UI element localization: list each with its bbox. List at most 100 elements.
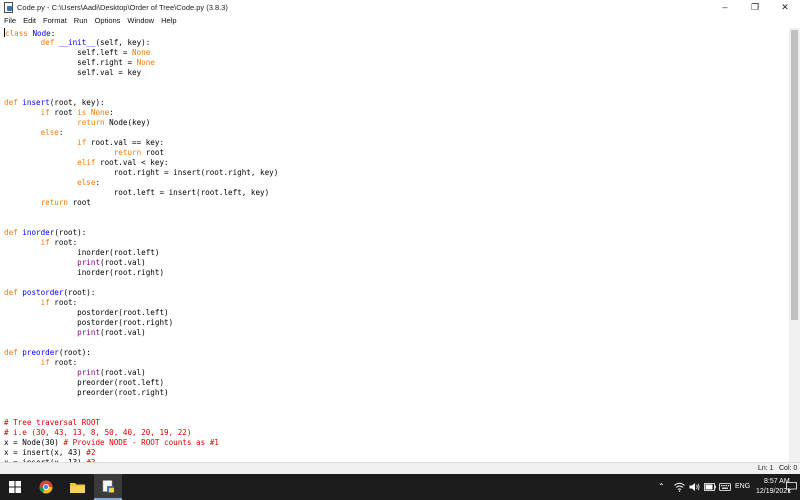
code-token: preorder(root.left) — [4, 378, 165, 387]
code-line[interactable]: x = insert(x, 43) #2 — [4, 448, 789, 458]
taskbar-idle-python[interactable] — [94, 474, 122, 500]
code-line[interactable]: def preorder(root): — [4, 348, 789, 358]
code-line[interactable] — [4, 208, 789, 218]
code-line[interactable]: elif root.val < key: — [4, 158, 789, 168]
code-line[interactable]: postorder(root.left) — [4, 308, 789, 318]
minimize-button[interactable]: – — [710, 0, 740, 14]
code-line[interactable]: else: — [4, 128, 789, 138]
wifi-icon[interactable] — [674, 482, 685, 492]
code-line[interactable]: print(root.val) — [4, 258, 789, 268]
code-line[interactable]: x = Node(30) # Provide NODE - ROOT count… — [4, 438, 789, 448]
code-token: insert — [22, 98, 50, 107]
code-token: __init__ — [58, 38, 96, 47]
notification-icon[interactable] — [786, 482, 797, 492]
code-token: root.right = insert(root.right, key) — [4, 168, 279, 177]
code-line[interactable]: # i.e (30, 43, 13, 8, 50, 40, 20, 19, 22… — [4, 428, 789, 438]
python-idle-icon — [102, 479, 114, 492]
menu-run[interactable]: Run — [74, 16, 88, 25]
code-line[interactable]: root.right = insert(root.right, key) — [4, 168, 789, 178]
code-token: None — [132, 48, 151, 57]
code-line[interactable]: self.val = key — [4, 68, 789, 78]
code-line[interactable]: print(root.val) — [4, 368, 789, 378]
code-line[interactable]: self.right = None — [4, 58, 789, 68]
taskbar-chrome[interactable] — [31, 474, 61, 500]
code-token: root: — [54, 298, 78, 307]
language-indicator[interactable]: ENG — [735, 483, 750, 490]
code-line[interactable]: else: — [4, 178, 789, 188]
code-token: #2 — [86, 448, 96, 457]
menu-file[interactable]: File — [4, 16, 16, 25]
code-line[interactable]: inorder(root.right) — [4, 268, 789, 278]
code-line[interactable]: if root: — [4, 298, 789, 308]
code-token: else — [40, 128, 59, 137]
chrome-icon — [39, 480, 53, 494]
code-token: # i.e (30, 43, 13, 8, 50, 40, 20, 19, 22… — [4, 428, 192, 437]
code-line[interactable]: if root: — [4, 358, 789, 368]
code-line[interactable] — [4, 218, 789, 228]
code-token: postorder — [22, 288, 64, 297]
code-line[interactable]: postorder(root.right) — [4, 318, 789, 328]
code-token: self.right = — [4, 58, 137, 67]
code-line[interactable]: def inorder(root): — [4, 228, 789, 238]
code-line[interactable]: preorder(root.left) — [4, 378, 789, 388]
code-token: x = insert(x, 43) — [4, 448, 87, 457]
code-line[interactable]: def __init__(self, key): — [4, 38, 789, 48]
menu-help[interactable]: Help — [161, 16, 176, 25]
code-line[interactable]: return root — [4, 198, 789, 208]
taskbar-file-explorer[interactable] — [62, 474, 92, 500]
code-line[interactable] — [4, 78, 789, 88]
code-line[interactable]: return root — [4, 148, 789, 158]
code-token: if — [77, 138, 91, 147]
code-token: elif — [77, 158, 101, 167]
show-hidden-icons-icon[interactable]: ⌃ — [658, 482, 665, 491]
code-token: root — [54, 108, 78, 117]
code-token: print — [77, 368, 101, 377]
volume-icon[interactable] — [689, 482, 700, 492]
code-line[interactable]: self.left = None — [4, 48, 789, 58]
code-token: is None — [77, 108, 110, 117]
code-line[interactable]: return Node(key) — [4, 118, 789, 128]
code-line[interactable]: root.left = insert(root.left, key) — [4, 188, 789, 198]
code-token: root: — [54, 358, 78, 367]
code-token: root.left = insert(root.left, key) — [4, 188, 270, 197]
battery-icon[interactable] — [704, 483, 716, 491]
maximize-button[interactable]: ❐ — [740, 0, 770, 14]
menu-options[interactable]: Options — [95, 16, 121, 25]
code-text[interactable]: class Node: def __init__(self, key): sel… — [0, 28, 789, 462]
code-line[interactable]: def insert(root, key): — [4, 98, 789, 108]
code-line[interactable]: preorder(root.right) — [4, 388, 789, 398]
code-token: None — [136, 58, 155, 67]
code-token: if — [40, 298, 55, 307]
keyboard-icon[interactable] — [719, 482, 731, 492]
code-line[interactable]: print(root.val) — [4, 328, 789, 338]
menu-format[interactable]: Format — [43, 16, 67, 25]
code-line[interactable] — [4, 408, 789, 418]
menu-window[interactable]: Window — [127, 16, 154, 25]
code-line[interactable]: inorder(root.left) — [4, 248, 789, 258]
code-line[interactable]: if root.val == key: — [4, 138, 789, 148]
code-line[interactable]: class Node: — [4, 28, 789, 38]
code-line[interactable]: if root: — [4, 238, 789, 248]
close-button[interactable]: ✕ — [770, 0, 800, 14]
code-line[interactable]: def postorder(root): — [4, 288, 789, 298]
code-token: print — [77, 328, 101, 337]
code-line[interactable] — [4, 398, 789, 408]
code-token: inorder(root.right) — [4, 268, 165, 277]
scrollbar-thumb[interactable] — [791, 30, 798, 320]
code-line[interactable] — [4, 338, 789, 348]
code-editor[interactable]: class Node: def __init__(self, key): sel… — [0, 28, 789, 462]
code-line[interactable]: # Tree traversal ROOT — [4, 418, 789, 428]
code-line[interactable] — [4, 278, 789, 288]
window-controls: – ❐ ✕ — [710, 0, 800, 14]
code-line[interactable]: if root is None: — [4, 108, 789, 118]
code-token: class — [5, 29, 33, 38]
vertical-scrollbar[interactable] — [789, 28, 800, 462]
menu-edit[interactable]: Edit — [23, 16, 36, 25]
start-button[interactable] — [0, 474, 30, 500]
code-line[interactable] — [4, 88, 789, 98]
